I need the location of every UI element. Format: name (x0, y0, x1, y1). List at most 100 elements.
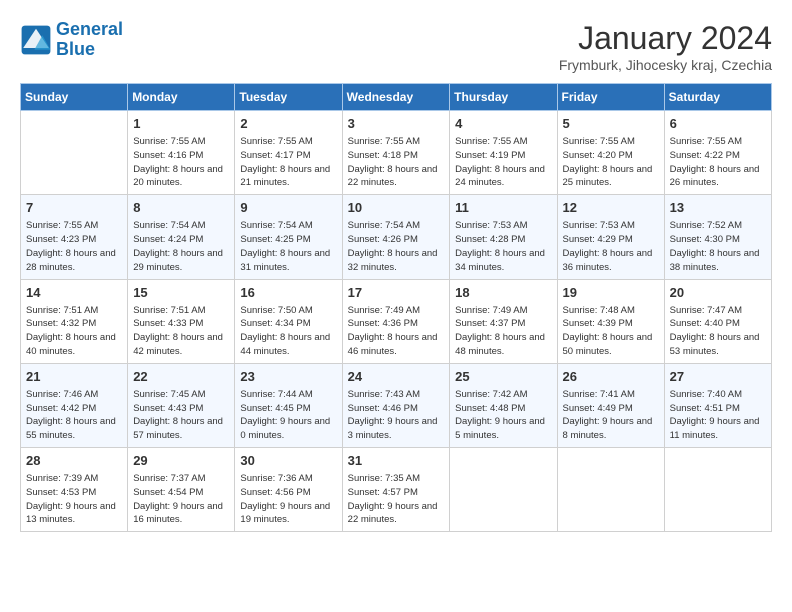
calendar-cell: 31 Sunrise: 7:35 AMSunset: 4:57 PMDayligh… (342, 448, 450, 532)
month-title: January 2024 (559, 20, 772, 57)
calendar-cell: 6 Sunrise: 7:55 AMSunset: 4:22 PMDaylight… (664, 111, 771, 195)
calendar-cell: 13 Sunrise: 7:52 AMSunset: 4:30 PMDayligh… (664, 195, 771, 279)
day-number: 27 (670, 368, 766, 386)
day-detail: Sunrise: 7:46 AMSunset: 4:42 PMDaylight:… (26, 388, 122, 443)
day-detail: Sunrise: 7:55 AMSunset: 4:22 PMDaylight:… (670, 135, 766, 190)
calendar-cell: 27 Sunrise: 7:40 AMSunset: 4:51 PMDayligh… (664, 363, 771, 447)
day-number: 3 (348, 115, 445, 133)
calendar-cell (557, 448, 664, 532)
day-detail: Sunrise: 7:37 AMSunset: 4:54 PMDaylight:… (133, 472, 229, 527)
day-number: 13 (670, 199, 766, 217)
header-day-wednesday: Wednesday (342, 84, 450, 111)
header-day-tuesday: Tuesday (235, 84, 342, 111)
day-number: 18 (455, 284, 551, 302)
calendar-cell: 4 Sunrise: 7:55 AMSunset: 4:19 PMDaylight… (450, 111, 557, 195)
calendar-cell: 20 Sunrise: 7:47 AMSunset: 4:40 PMDayligh… (664, 279, 771, 363)
day-number: 11 (455, 199, 551, 217)
header-day-sunday: Sunday (21, 84, 128, 111)
day-detail: Sunrise: 7:49 AMSunset: 4:37 PMDaylight:… (455, 304, 551, 359)
header-day-friday: Friday (557, 84, 664, 111)
day-detail: Sunrise: 7:44 AMSunset: 4:45 PMDaylight:… (240, 388, 336, 443)
day-detail: Sunrise: 7:49 AMSunset: 4:36 PMDaylight:… (348, 304, 445, 359)
day-detail: Sunrise: 7:53 AMSunset: 4:29 PMDaylight:… (563, 219, 659, 274)
day-number: 23 (240, 368, 336, 386)
day-detail: Sunrise: 7:40 AMSunset: 4:51 PMDaylight:… (670, 388, 766, 443)
day-detail: Sunrise: 7:41 AMSunset: 4:49 PMDaylight:… (563, 388, 659, 443)
calendar-cell: 16 Sunrise: 7:50 AMSunset: 4:34 PMDayligh… (235, 279, 342, 363)
day-number: 1 (133, 115, 229, 133)
day-number: 29 (133, 452, 229, 470)
day-number: 28 (26, 452, 122, 470)
calendar-cell: 25Sunrise: 7:42 AMSunset: 4:48 PMDayligh… (450, 363, 557, 447)
calendar-cell: 1Sunrise: 7:55 AMSunset: 4:16 PMDaylight… (128, 111, 235, 195)
day-detail: Sunrise: 7:55 AMSunset: 4:19 PMDaylight:… (455, 135, 551, 190)
day-detail: Sunrise: 7:42 AMSunset: 4:48 PMDaylight:… (455, 388, 551, 443)
day-detail: Sunrise: 7:39 AMSunset: 4:53 PMDaylight:… (26, 472, 122, 527)
calendar-cell: 28 Sunrise: 7:39 AMSunset: 4:53 PMDayligh… (21, 448, 128, 532)
calendar-cell: 11 Sunrise: 7:53 AMSunset: 4:28 PMDayligh… (450, 195, 557, 279)
calendar-cell: 3 Sunrise: 7:55 AMSunset: 4:18 PMDaylight… (342, 111, 450, 195)
day-detail: Sunrise: 7:35 AMSunset: 4:57 PMDaylight:… (348, 472, 445, 527)
calendar-cell: 10 Sunrise: 7:54 AMSunset: 4:26 PMDayligh… (342, 195, 450, 279)
day-number: 4 (455, 115, 551, 133)
day-detail: Sunrise: 7:53 AMSunset: 4:28 PMDaylight:… (455, 219, 551, 274)
day-number: 8 (133, 199, 229, 217)
calendar-header: SundayMondayTuesdayWednesdayThursdayFrid… (21, 84, 772, 111)
day-number: 19 (563, 284, 659, 302)
logo: General Blue (20, 20, 123, 60)
calendar-week-3: 14 Sunrise: 7:51 AMSunset: 4:32 PMDayligh… (21, 279, 772, 363)
calendar-cell: 29 Sunrise: 7:37 AMSunset: 4:54 PMDayligh… (128, 448, 235, 532)
calendar-week-1: 1Sunrise: 7:55 AMSunset: 4:16 PMDaylight… (21, 111, 772, 195)
calendar-cell: 5 Sunrise: 7:55 AMSunset: 4:20 PMDaylight… (557, 111, 664, 195)
day-number: 17 (348, 284, 445, 302)
calendar-cell: 15 Sunrise: 7:51 AMSunset: 4:33 PMDayligh… (128, 279, 235, 363)
day-detail: Sunrise: 7:51 AMSunset: 4:32 PMDaylight:… (26, 304, 122, 359)
day-detail: Sunrise: 7:55 AMSunset: 4:20 PMDaylight:… (563, 135, 659, 190)
day-number: 6 (670, 115, 766, 133)
calendar-cell (450, 448, 557, 532)
day-number: 20 (670, 284, 766, 302)
day-detail: Sunrise: 7:55 AMSunset: 4:17 PMDaylight:… (240, 135, 336, 190)
day-detail: Sunrise: 7:50 AMSunset: 4:34 PMDaylight:… (240, 304, 336, 359)
day-number: 5 (563, 115, 659, 133)
calendar-cell: 26 Sunrise: 7:41 AMSunset: 4:49 PMDayligh… (557, 363, 664, 447)
calendar-cell: 22 Sunrise: 7:45 AMSunset: 4:43 PMDayligh… (128, 363, 235, 447)
calendar-cell: 30Sunrise: 7:36 AMSunset: 4:56 PMDayligh… (235, 448, 342, 532)
calendar-week-4: 21 Sunrise: 7:46 AMSunset: 4:42 PMDayligh… (21, 363, 772, 447)
calendar-body: 1Sunrise: 7:55 AMSunset: 4:16 PMDaylight… (21, 111, 772, 532)
header-row: SundayMondayTuesdayWednesdayThursdayFrid… (21, 84, 772, 111)
calendar-cell: 18 Sunrise: 7:49 AMSunset: 4:37 PMDayligh… (450, 279, 557, 363)
header-day-thursday: Thursday (450, 84, 557, 111)
calendar-cell: 7Sunrise: 7:55 AMSunset: 4:23 PMDaylight… (21, 195, 128, 279)
day-number: 16 (240, 284, 336, 302)
day-detail: Sunrise: 7:43 AMSunset: 4:46 PMDaylight:… (348, 388, 445, 443)
calendar-cell: 24Sunrise: 7:43 AMSunset: 4:46 PMDayligh… (342, 363, 450, 447)
day-detail: Sunrise: 7:47 AMSunset: 4:40 PMDaylight:… (670, 304, 766, 359)
day-number: 7 (26, 199, 122, 217)
title-block: January 2024 Frymburk, Jihocesky kraj, C… (559, 20, 772, 73)
calendar-week-5: 28 Sunrise: 7:39 AMSunset: 4:53 PMDayligh… (21, 448, 772, 532)
day-number: 31 (348, 452, 445, 470)
day-detail: Sunrise: 7:51 AMSunset: 4:33 PMDaylight:… (133, 304, 229, 359)
day-detail: Sunrise: 7:54 AMSunset: 4:26 PMDaylight:… (348, 219, 445, 274)
day-detail: Sunrise: 7:52 AMSunset: 4:30 PMDaylight:… (670, 219, 766, 274)
day-number: 15 (133, 284, 229, 302)
day-detail: Sunrise: 7:54 AMSunset: 4:24 PMDaylight:… (133, 219, 229, 274)
day-detail: Sunrise: 7:45 AMSunset: 4:43 PMDaylight:… (133, 388, 229, 443)
day-number: 12 (563, 199, 659, 217)
calendar-cell: 23 Sunrise: 7:44 AMSunset: 4:45 PMDayligh… (235, 363, 342, 447)
day-number: 22 (133, 368, 229, 386)
day-number: 21 (26, 368, 122, 386)
logo-icon (20, 24, 52, 56)
day-number: 14 (26, 284, 122, 302)
calendar-cell: 2Sunrise: 7:55 AMSunset: 4:17 PMDaylight… (235, 111, 342, 195)
calendar-cell: 14 Sunrise: 7:51 AMSunset: 4:32 PMDayligh… (21, 279, 128, 363)
day-detail: Sunrise: 7:48 AMSunset: 4:39 PMDaylight:… (563, 304, 659, 359)
calendar-cell: 19 Sunrise: 7:48 AMSunset: 4:39 PMDayligh… (557, 279, 664, 363)
day-number: 26 (563, 368, 659, 386)
day-detail: Sunrise: 7:55 AMSunset: 4:18 PMDaylight:… (348, 135, 445, 190)
calendar-cell: 17 Sunrise: 7:49 AMSunset: 4:36 PMDayligh… (342, 279, 450, 363)
day-number: 10 (348, 199, 445, 217)
location-subtitle: Frymburk, Jihocesky kraj, Czechia (559, 57, 772, 73)
calendar-cell (21, 111, 128, 195)
